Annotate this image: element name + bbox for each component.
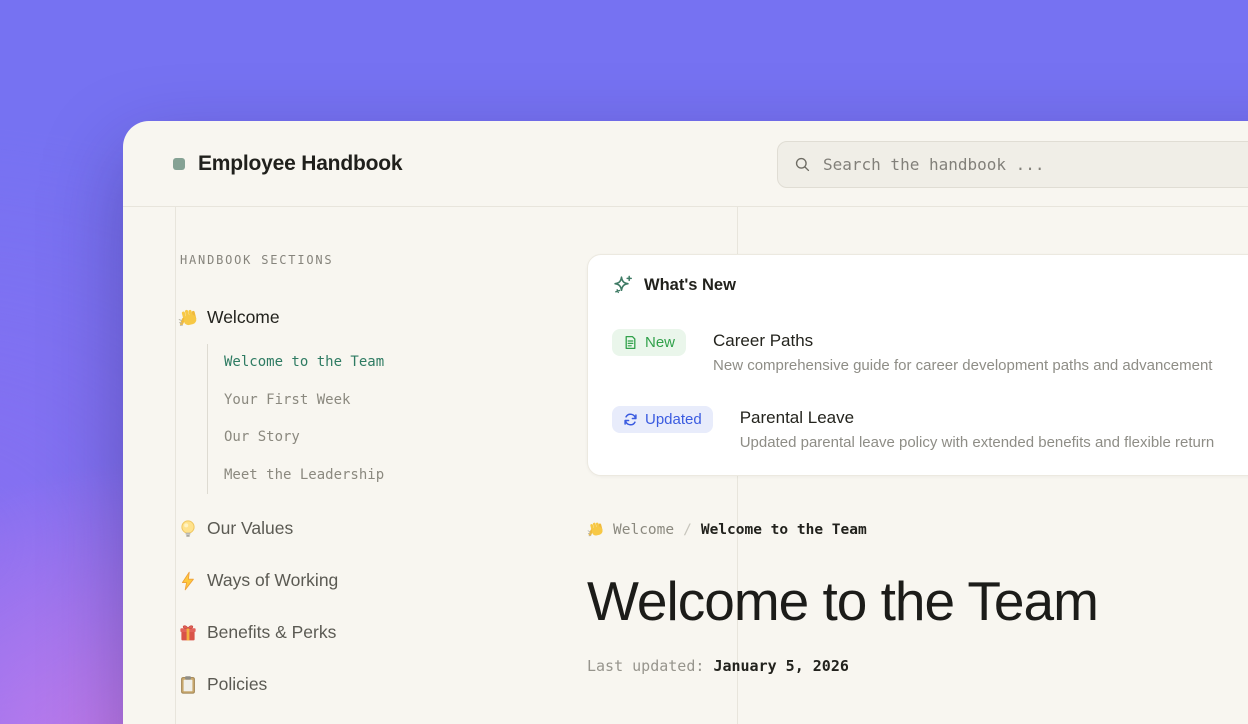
updated-badge: Updated [612,406,713,433]
sidebar-item-policies[interactable]: Policies [178,674,608,695]
sidebar-item-ways-of-working[interactable]: Ways of Working [178,570,608,591]
main-content: What's New New Career Paths New comprehe… [587,254,1248,675]
breadcrumb-section-link[interactable]: Welcome [613,522,674,538]
app-logo-icon [173,158,185,170]
app-title: Employee Handbook [198,152,402,176]
news-item-parental-leave[interactable]: Updated Parental Leave Updated parental … [612,406,1248,451]
sidebar-subitem-your-first-week[interactable]: Your First Week [224,382,608,420]
news-item-title: Career Paths [713,329,1212,352]
sidebar-subitem-welcome-to-the-team[interactable]: Welcome to the Team [224,344,608,382]
sidebar-item-label: Policies [207,674,267,695]
sync-icon [623,412,638,427]
document-icon [623,335,638,350]
sidebar-item-label: Our Values [207,518,293,539]
sidebar-item-label: Ways of Working [207,570,338,591]
sidebar-sublist: Welcome to the Team Your First Week Our … [207,344,608,494]
news-item-description: New comprehensive guide for career devel… [713,357,1212,374]
app-header: Employee Handbook [123,121,1248,207]
last-updated-label: Last updated: [587,657,704,675]
sidebar: HANDBOOK SECTIONS Welcome Welcome to the… [178,253,608,695]
last-updated: Last updated: January 5, 2026 [587,657,1248,675]
sparkles-icon [612,274,634,296]
gift-icon [178,623,198,643]
wave-icon [587,521,604,538]
breadcrumb-separator: / [683,522,692,538]
sidebar-subitem-our-story[interactable]: Our Story [224,419,608,457]
sidebar-heading: HANDBOOK SECTIONS [178,253,608,267]
whats-new-card: What's New New Career Paths New comprehe… [587,254,1248,476]
breadcrumb: Welcome / Welcome to the Team [587,521,1248,538]
search-bar[interactable] [777,141,1248,188]
app-window: Employee Handbook HANDBOOK SECTIONS Welc… [123,121,1248,724]
search-input[interactable] [823,155,1248,174]
wave-icon [178,308,198,328]
new-badge: New [612,329,686,356]
sidebar-item-our-values[interactable]: Our Values [178,518,608,539]
clipboard-icon [178,675,198,695]
breadcrumb-current-page: Welcome to the Team [701,522,867,538]
last-updated-value: January 5, 2026 [713,657,848,675]
whats-new-title: What's New [644,276,736,295]
bulb-icon [178,519,198,539]
left-rail-divider [175,207,176,724]
sidebar-subitem-meet-the-leadership[interactable]: Meet the Leadership [224,457,608,495]
page-title: Welcome to the Team [587,574,1248,629]
zap-icon [178,571,198,591]
search-icon [794,156,811,173]
app-brand: Employee Handbook [173,121,402,207]
sidebar-item-label: Welcome [207,307,280,328]
sidebar-item-benefits-perks[interactable]: Benefits & Perks [178,622,608,643]
whats-new-header: What's New [612,274,1248,296]
sidebar-item-label: Benefits & Perks [207,622,336,643]
news-item-description: Updated parental leave policy with exten… [740,434,1214,451]
news-item-title: Parental Leave [740,406,1214,429]
news-item-career-paths[interactable]: New Career Paths New comprehensive guide… [612,329,1248,374]
desktop-background: { "app": { "title": "Employee Handbook" … [0,0,1248,724]
sidebar-item-welcome[interactable]: Welcome [178,307,608,328]
